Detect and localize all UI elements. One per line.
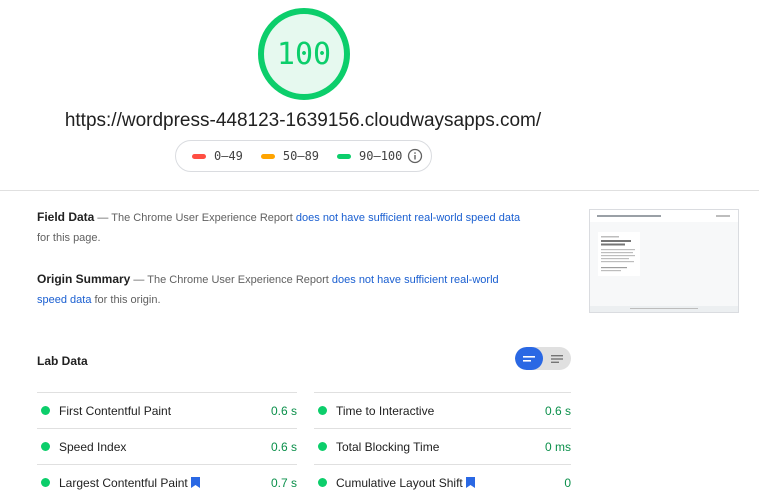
- metric-value: 0 ms: [544, 439, 571, 454]
- origin-summary-suffix: for this origin.: [91, 294, 161, 306]
- pass-indicator-icon: [318, 442, 327, 451]
- legend-label-average: 50–89: [282, 149, 320, 163]
- field-data-suffix: for this page.: [37, 232, 101, 244]
- metric-label: Total Blocking Time: [336, 439, 440, 454]
- lab-data-title: Lab Data: [37, 354, 88, 368]
- expanded-list-icon: [551, 354, 563, 363]
- metric-time-to-interactive: Time to Interactive 0.6 s: [314, 392, 571, 428]
- field-data-title: Field Data: [37, 210, 95, 224]
- metric-value: 0.6 s: [270, 403, 297, 418]
- origin-summary-title: Origin Summary: [37, 272, 131, 286]
- field-data-section: Field Data — The Chrome User Experience …: [37, 207, 527, 248]
- metric-value: 0: [564, 475, 571, 490]
- performance-score: 100: [276, 36, 332, 72]
- bookmark-icon[interactable]: [465, 477, 475, 488]
- metrics-view-toggle[interactable]: [515, 347, 571, 370]
- pass-indicator-icon: [41, 478, 50, 487]
- thumbnail-image: [590, 210, 738, 312]
- pass-indicator-icon: [318, 478, 327, 487]
- metric-value: 0.6 s: [270, 439, 297, 454]
- legend-item-average: 50–89: [260, 149, 320, 163]
- legend-label-good: 90–100: [359, 149, 403, 163]
- metric-value: 0.7 s: [270, 475, 297, 490]
- compact-list-icon: [523, 355, 535, 362]
- compact-view-button[interactable]: [515, 347, 543, 370]
- metric-label: Speed Index: [59, 439, 127, 454]
- section-divider: [0, 190, 759, 191]
- metric-label-wrapper: Cumulative Layout Shift: [336, 476, 564, 490]
- metric-largest-contentful-paint: Largest Contentful Paint 0.7 s: [37, 464, 297, 497]
- pass-indicator-icon: [318, 406, 327, 415]
- metric-label: Time to Interactive: [336, 403, 435, 418]
- origin-summary-prefix: — The Chrome User Experience Report: [130, 274, 332, 286]
- legend-label-poor: 0–49: [214, 149, 243, 163]
- metric-value: 0.6 s: [544, 403, 571, 418]
- metric-first-contentful-paint: First Contentful Paint 0.6 s: [37, 392, 297, 428]
- field-data-prefix: — The Chrome User Experience Report: [94, 212, 296, 224]
- legend-orange-mark: [260, 153, 275, 159]
- bookmark-icon[interactable]: [190, 477, 200, 488]
- metric-label: First Contentful Paint: [59, 403, 172, 418]
- performance-score-gauge: 100: [258, 8, 350, 100]
- metric-label: Cumulative Layout Shift: [336, 475, 463, 490]
- legend-red-mark: [192, 153, 206, 159]
- legend-item-poor: 0–49: [192, 149, 243, 163]
- score-legend: 0–49 50–89 90–100: [175, 140, 432, 172]
- expanded-view-button[interactable]: [543, 347, 571, 370]
- metric-speed-index: Speed Index 0.6 s: [37, 428, 297, 464]
- pass-indicator-icon: [41, 406, 50, 415]
- pass-indicator-icon: [41, 442, 50, 451]
- metric-label-wrapper: Largest Contentful Paint: [59, 476, 271, 490]
- page-screenshot-thumbnail[interactable]: [589, 209, 739, 313]
- info-icon[interactable]: [407, 148, 423, 164]
- metric-total-blocking-time: Total Blocking Time 0 ms: [314, 428, 571, 464]
- metric-label: Largest Contentful Paint: [59, 475, 188, 490]
- origin-summary-section: Origin Summary — The Chrome User Experie…: [37, 269, 527, 310]
- field-data-link[interactable]: does not have sufficient real-world spee…: [296, 212, 520, 224]
- metric-cumulative-layout-shift: Cumulative Layout Shift 0: [314, 464, 571, 497]
- tested-url: https://wordpress-448123-1639156.cloudwa…: [64, 110, 542, 131]
- legend-item-good: 90–100: [337, 149, 402, 163]
- legend-green-mark: [337, 153, 352, 159]
